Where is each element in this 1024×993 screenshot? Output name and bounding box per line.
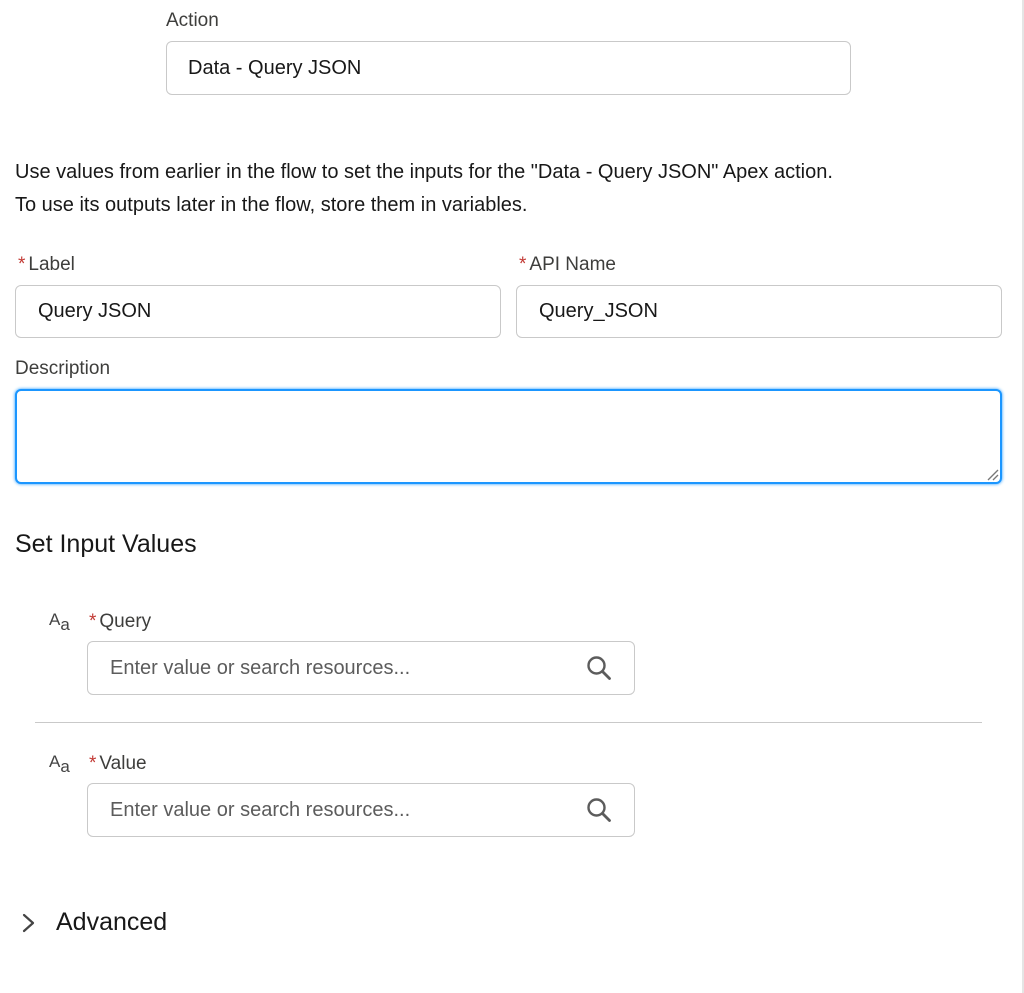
- type-icon-main: A: [49, 610, 61, 629]
- api-name-input[interactable]: Query_JSON: [516, 285, 1002, 338]
- search-icon: [587, 798, 611, 822]
- help-text-line1: Use values from earlier in the flow to s…: [15, 161, 833, 183]
- advanced-section-toggle[interactable]: Advanced: [18, 908, 167, 937]
- text-type-icon: Aa: [49, 752, 70, 777]
- description-textarea[interactable]: [15, 389, 1002, 484]
- search-icon: [587, 656, 611, 680]
- required-mark: *: [89, 611, 97, 632]
- action-field[interactable]: Data - Query JSON: [166, 41, 851, 95]
- label-field-label-text: Label: [28, 254, 75, 275]
- action-label: Action: [166, 10, 219, 31]
- required-mark: *: [519, 254, 527, 275]
- type-icon-main: A: [49, 752, 61, 771]
- value-label: * Value: [89, 753, 147, 775]
- value-input[interactable]: Enter value or search resources...: [87, 783, 635, 837]
- resize-handle-icon[interactable]: [985, 467, 999, 481]
- query-input-placeholder: Enter value or search resources...: [110, 656, 411, 679]
- description-label: Description: [15, 358, 111, 379]
- label-input[interactable]: Query JSON: [15, 285, 501, 338]
- text-type-icon: Aa: [49, 610, 70, 635]
- required-mark: *: [18, 254, 26, 275]
- label-input-value: Query JSON: [38, 300, 152, 322]
- section-title-set-input-values: Set Input Values: [15, 530, 197, 558]
- required-mark: *: [89, 753, 97, 774]
- help-text-line2: To use its outputs later in the flow, st…: [15, 194, 528, 216]
- type-icon-sub: a: [60, 757, 70, 776]
- advanced-label: Advanced: [56, 908, 168, 936]
- query-label-text: Query: [99, 611, 152, 632]
- query-input[interactable]: Enter value or search resources...: [87, 641, 635, 695]
- api-name-label-text: API Name: [529, 254, 616, 275]
- type-icon-sub: a: [60, 615, 70, 634]
- value-label-text: Value: [99, 753, 147, 774]
- action-value: Data - Query JSON: [188, 56, 362, 79]
- chevron-right-icon: [22, 913, 35, 932]
- api-name-label: * API Name: [519, 254, 616, 276]
- input-divider: [35, 722, 982, 723]
- help-text: Use values from earlier in the flow to s…: [15, 156, 1015, 222]
- query-label: * Query: [89, 611, 151, 633]
- api-name-input-value: Query_JSON: [539, 300, 658, 322]
- value-input-placeholder: Enter value or search resources...: [110, 798, 411, 821]
- label-field-label: * Label: [18, 254, 75, 276]
